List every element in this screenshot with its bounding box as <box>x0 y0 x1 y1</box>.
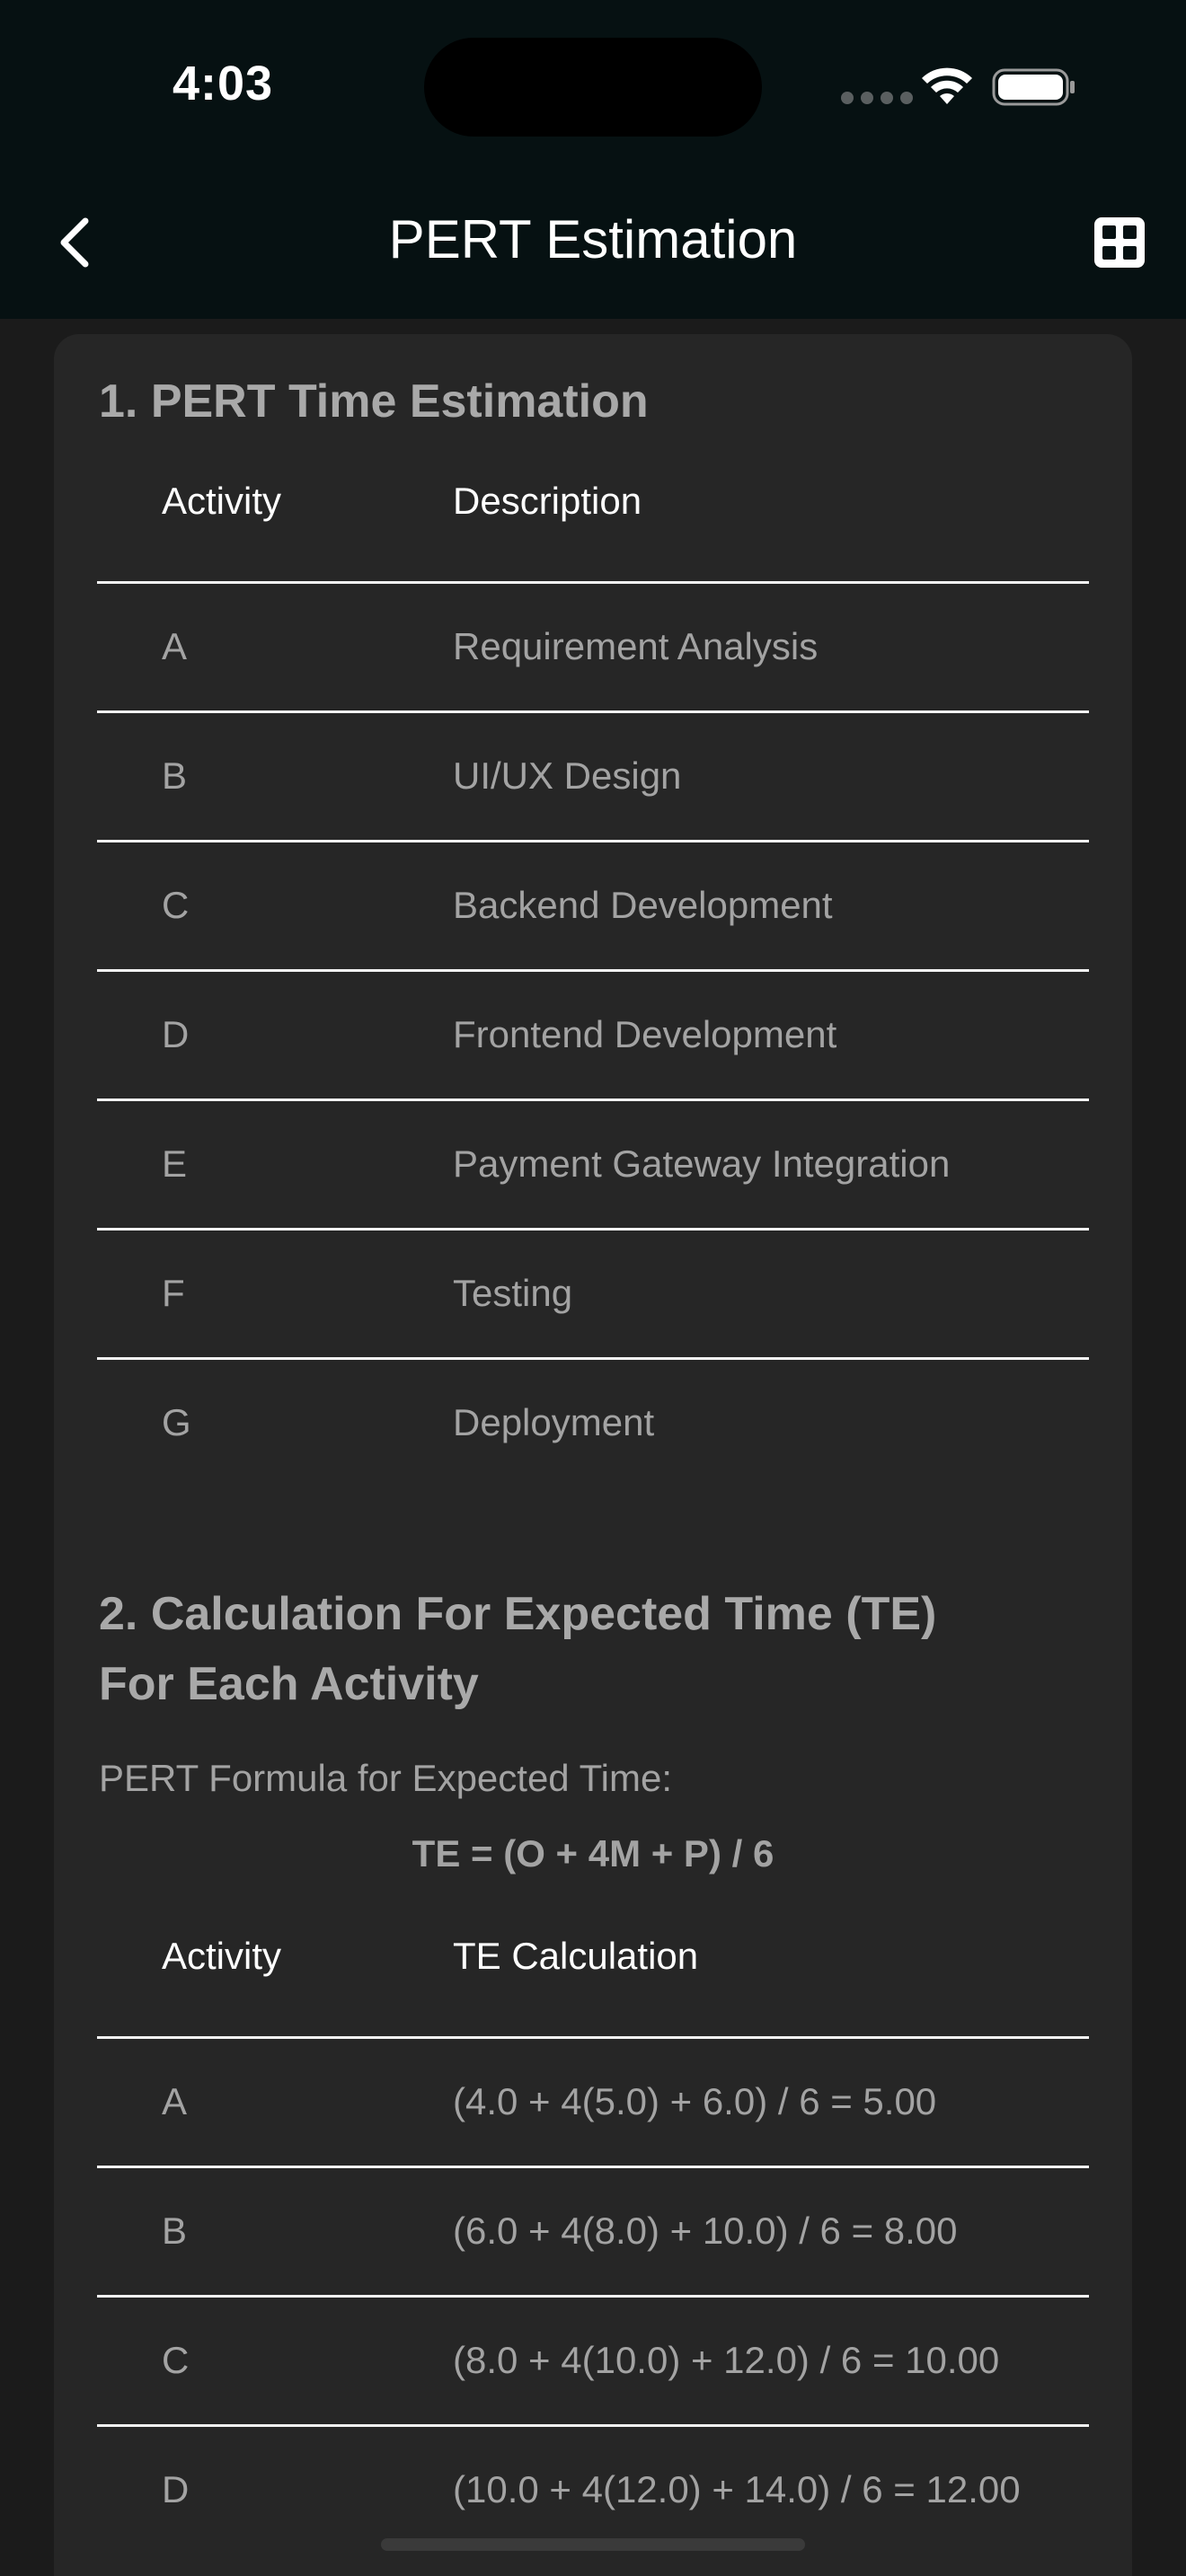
description-cell: Frontend Development <box>453 1013 837 1055</box>
table-row: A (4.0 + 4(5.0) + 6.0) / 6 = 5.00 <box>97 2039 1089 2168</box>
activity-cell: D <box>162 1013 190 1055</box>
formula-label: PERT Formula for Expected Time: <box>99 1757 673 1799</box>
section-title-line-1: 2. Calculation For Expected Time (TE) <box>99 1588 937 1640</box>
dynamic-island <box>424 38 762 137</box>
status-time: 4:03 <box>173 57 274 110</box>
cellular-signal-icon <box>841 92 913 104</box>
table-header: Activity TE Calculation <box>97 1883 1089 2039</box>
table-header: Activity Description <box>97 428 1089 584</box>
page-title: PERT Estimation <box>388 209 798 269</box>
calculation-cell: (6.0 + 4(8.0) + 10.0) / 6 = 8.00 <box>453 2210 958 2252</box>
table-row: D Frontend Development <box>97 972 1089 1101</box>
description-cell: Requirement Analysis <box>453 625 819 667</box>
calculation-cell: (8.0 + 4(10.0) + 12.0) / 6 = 10.00 <box>453 2339 1000 2381</box>
description-cell: Payment Gateway Integration <box>453 1142 951 1185</box>
description-cell: Deployment <box>453 1401 655 1443</box>
top-bar: 4:03 PERT Estimation <box>0 0 1186 319</box>
table-row: B (6.0 + 4(8.0) + 10.0) / 6 = 8.00 <box>97 2168 1089 2298</box>
screen: 4:03 PERT Estimation 1. PERT Time Estima… <box>0 0 1186 2576</box>
table-row: B UI/UX Design <box>97 713 1089 842</box>
description-cell: Backend Development <box>453 884 833 926</box>
activity-cell: A <box>162 2080 188 2122</box>
section-title-expected-time: 2. Calculation For Expected Time (TE) Fo… <box>99 1579 1105 1719</box>
section-title-line-2: For Each Activity <box>99 1658 479 1710</box>
column-header-description: Description <box>453 480 642 522</box>
activity-cell: C <box>162 884 190 926</box>
content-card: 1. PERT Time Estimation Activity Descrip… <box>54 334 1132 2576</box>
activity-description-table: Activity Description A Requirement Analy… <box>97 428 1089 1489</box>
table-row: E Payment Gateway Integration <box>97 1101 1089 1231</box>
activity-cell: F <box>162 1272 185 1314</box>
table-row: F Testing <box>97 1231 1089 1360</box>
grid-icon[interactable] <box>1093 216 1146 269</box>
te-calculation-table: Activity TE Calculation A (4.0 + 4(5.0) … <box>97 1883 1089 2556</box>
wifi-icon <box>922 67 972 104</box>
pert-formula: TE = (O + 4M + P) / 6 <box>412 1832 774 1875</box>
description-cell: Testing <box>453 1272 573 1314</box>
calculation-cell: (10.0 + 4(12.0) + 14.0) / 6 = 12.00 <box>453 2468 1021 2510</box>
table-row: C (8.0 + 4(10.0) + 12.0) / 6 = 10.00 <box>97 2298 1089 2427</box>
description-cell: UI/UX Design <box>453 754 682 797</box>
activity-cell: B <box>162 754 188 797</box>
activity-cell: C <box>162 2339 190 2381</box>
table-row: G Deployment <box>97 1360 1089 1489</box>
table-row: A Requirement Analysis <box>97 584 1089 713</box>
section-title-pert-time-estimation: 1. PERT Time Estimation <box>99 375 649 428</box>
activity-cell: A <box>162 625 188 667</box>
home-indicator[interactable] <box>381 2538 805 2551</box>
column-header-activity: Activity <box>162 1935 282 1977</box>
battery-icon <box>992 68 1075 106</box>
activity-cell: E <box>162 1142 188 1185</box>
calculation-cell: (4.0 + 4(5.0) + 6.0) / 6 = 5.00 <box>453 2080 937 2122</box>
table-row: C Backend Development <box>97 842 1089 972</box>
activity-cell: G <box>162 1401 191 1443</box>
activity-cell: D <box>162 2468 190 2510</box>
table-row: D (10.0 + 4(12.0) + 14.0) / 6 = 12.00 <box>97 2427 1089 2556</box>
column-header-activity: Activity <box>162 480 282 522</box>
activity-cell: B <box>162 2210 188 2252</box>
column-header-te-calculation: TE Calculation <box>453 1935 699 1977</box>
